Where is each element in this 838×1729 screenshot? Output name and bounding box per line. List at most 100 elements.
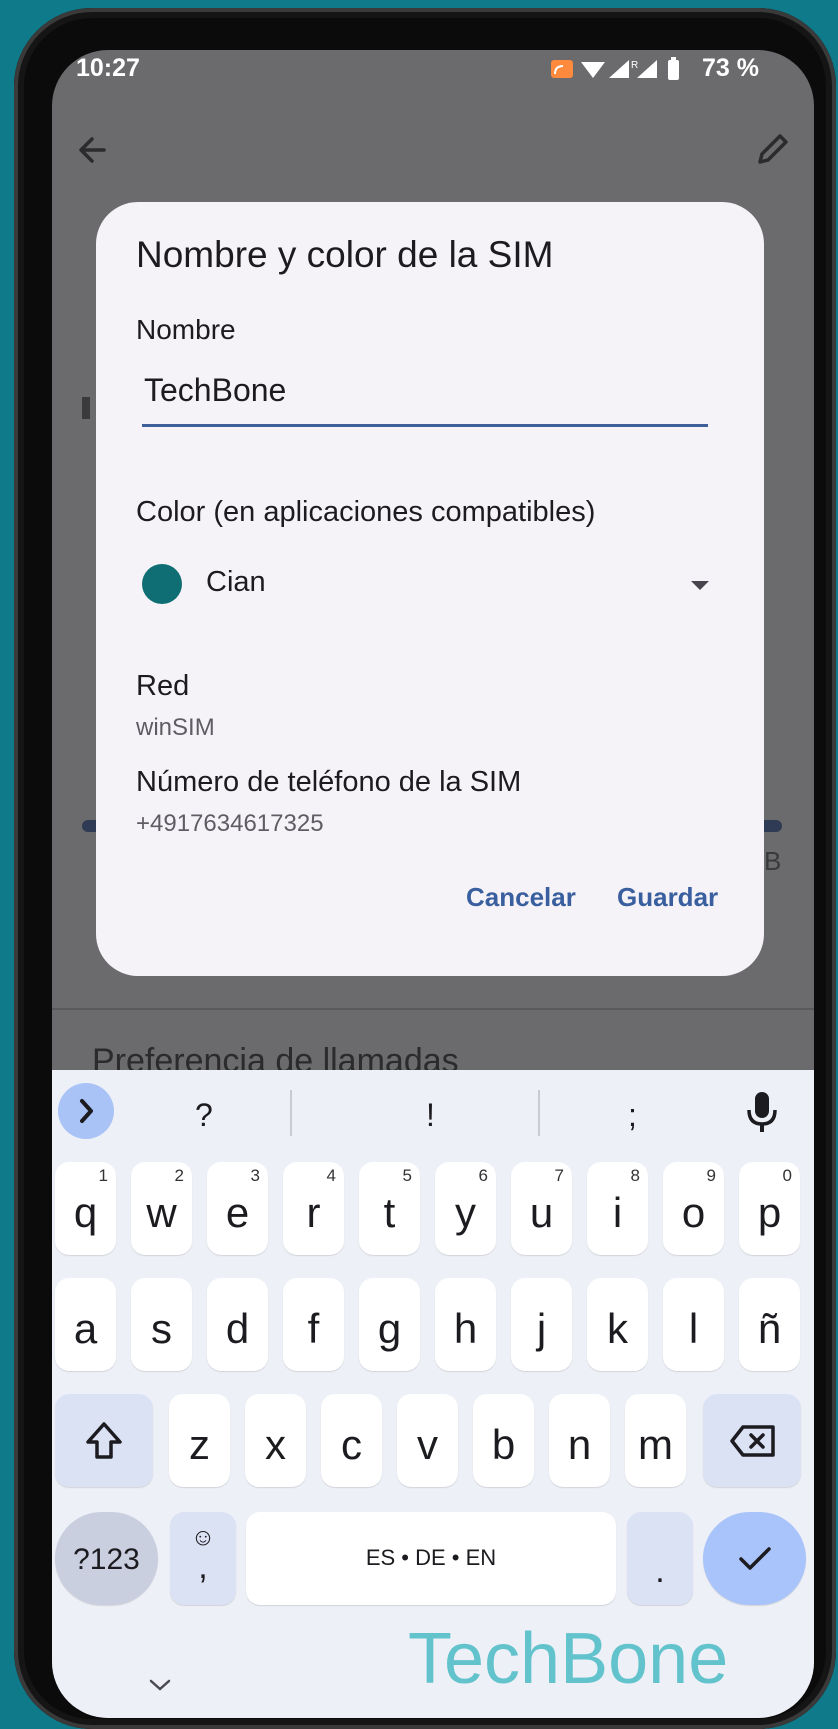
techbone-watermark: TechBone: [408, 1619, 729, 1699]
key-x[interactable]: x: [245, 1394, 306, 1487]
emoji-comma-key[interactable]: ☺ ,: [170, 1512, 236, 1605]
bg-divider: [52, 1008, 814, 1010]
key-y[interactable]: 6y: [435, 1162, 496, 1255]
cancel-button[interactable]: Cancelar: [466, 882, 576, 913]
color-dropdown[interactable]: Cian: [136, 554, 726, 614]
suggestion-2[interactable]: !: [426, 1097, 435, 1134]
key-label: e: [225, 1189, 250, 1236]
pencil-icon: [758, 134, 788, 164]
key-k[interactable]: k: [587, 1278, 648, 1371]
key-e[interactable]: 3e: [207, 1162, 268, 1255]
key-label: w: [146, 1189, 177, 1236]
sim-name-color-dialog: Nombre y color de la SIM Nombre TechBone…: [96, 202, 764, 976]
key-label: x: [265, 1421, 286, 1468]
key-g[interactable]: g: [359, 1278, 420, 1371]
key-label: t: [383, 1189, 396, 1236]
save-button[interactable]: Guardar: [617, 882, 718, 913]
key-v[interactable]: v: [397, 1394, 458, 1487]
key-hint: 2: [174, 1166, 184, 1185]
phone-number-value: +4917634617325: [136, 810, 324, 837]
name-input[interactable]: TechBone: [142, 362, 708, 427]
key-b[interactable]: b: [473, 1394, 534, 1487]
back-button[interactable]: [74, 130, 114, 170]
key-label: i: [612, 1189, 623, 1236]
key-t[interactable]: 5t: [359, 1162, 420, 1255]
key-a[interactable]: a: [55, 1278, 116, 1371]
key-label: v: [417, 1421, 438, 1468]
color-value: Cian: [206, 566, 266, 598]
done-key[interactable]: [703, 1512, 806, 1605]
chevron-down-icon: [149, 1679, 171, 1691]
shift-key[interactable]: [55, 1394, 153, 1487]
name-input-value: TechBone: [144, 372, 287, 408]
bg-partial-text: [82, 397, 90, 419]
key-hint: 8: [630, 1166, 640, 1185]
key-r[interactable]: 4r: [283, 1162, 344, 1255]
key-hint: 3: [250, 1166, 260, 1185]
phone-number-label: Número de teléfono de la SIM: [136, 766, 522, 798]
key-label: p: [757, 1189, 782, 1236]
key-label: q: [73, 1189, 98, 1236]
key-w[interactable]: 2w: [131, 1162, 192, 1255]
key-o[interactable]: 9o: [663, 1162, 724, 1255]
network-value: winSIM: [136, 714, 215, 741]
key-label: ,: [198, 1548, 208, 1586]
phone-screen: 10:27 R 73 % B Preferencia de llamadas N…: [52, 50, 814, 1718]
key-j[interactable]: j: [511, 1278, 572, 1371]
expand-toolbar-button[interactable]: [58, 1083, 114, 1139]
key-n[interactable]: n: [549, 1394, 610, 1487]
key-p[interactable]: 0p: [739, 1162, 800, 1255]
hide-keyboard-button[interactable]: [145, 1675, 175, 1695]
key-label: c: [341, 1421, 362, 1468]
dialog-title: Nombre y color de la SIM: [136, 234, 554, 275]
key-label: f: [307, 1305, 320, 1352]
network-label: Red: [136, 670, 190, 702]
key-z[interactable]: z: [169, 1394, 230, 1487]
key-i[interactable]: 8i: [587, 1162, 648, 1255]
key-s[interactable]: s: [131, 1278, 192, 1371]
name-label: Nombre: [136, 314, 236, 345]
bg-partial-text-right: B: [764, 846, 782, 876]
key-label: d: [225, 1305, 250, 1352]
key-d[interactable]: d: [207, 1278, 268, 1371]
key-n-tilde[interactable]: ñ: [739, 1278, 800, 1371]
key-c[interactable]: c: [321, 1394, 382, 1487]
key-m[interactable]: m: [625, 1394, 686, 1487]
key-hint: 4: [326, 1166, 336, 1185]
key-label: y: [455, 1189, 476, 1236]
suggestion-1[interactable]: ?: [195, 1097, 213, 1134]
color-swatch: [142, 564, 182, 604]
suggestion-divider: [290, 1090, 292, 1136]
key-u[interactable]: 7u: [511, 1162, 572, 1255]
arrow-left-icon: [79, 137, 106, 163]
key-l[interactable]: l: [663, 1278, 724, 1371]
period-key[interactable]: .: [627, 1512, 693, 1605]
symbols-key[interactable]: ?123: [55, 1512, 158, 1605]
voice-input-button[interactable]: [742, 1088, 782, 1138]
key-label: b: [491, 1421, 516, 1468]
status-time: 10:27: [76, 54, 140, 82]
key-hint: 5: [402, 1166, 412, 1185]
key-hint: 7: [554, 1166, 564, 1185]
key-hint: 0: [782, 1166, 792, 1185]
svg-text:R: R: [631, 60, 638, 71]
microphone-icon: [747, 1092, 777, 1132]
key-label: .: [655, 1552, 665, 1590]
status-icons: R: [549, 56, 699, 84]
key-label: ñ: [757, 1305, 782, 1352]
shift-icon: [86, 1422, 122, 1459]
key-label: z: [189, 1421, 210, 1468]
key-label: s: [151, 1305, 172, 1352]
color-label: Color (en aplicaciones compatibles): [136, 496, 596, 528]
backspace-key[interactable]: [703, 1394, 801, 1487]
suggestion-3[interactable]: ;: [628, 1097, 637, 1134]
key-q[interactable]: 1q: [55, 1162, 116, 1255]
space-key[interactable]: ES • DE • EN: [246, 1512, 616, 1605]
space-language-label: ES • DE • EN: [365, 1545, 497, 1570]
key-f[interactable]: f: [283, 1278, 344, 1371]
key-h[interactable]: h: [435, 1278, 496, 1371]
key-label: a: [73, 1305, 98, 1352]
key-label: ?123: [73, 1543, 140, 1576]
edit-button[interactable]: [752, 130, 792, 170]
checkmark-icon: [739, 1547, 771, 1570]
